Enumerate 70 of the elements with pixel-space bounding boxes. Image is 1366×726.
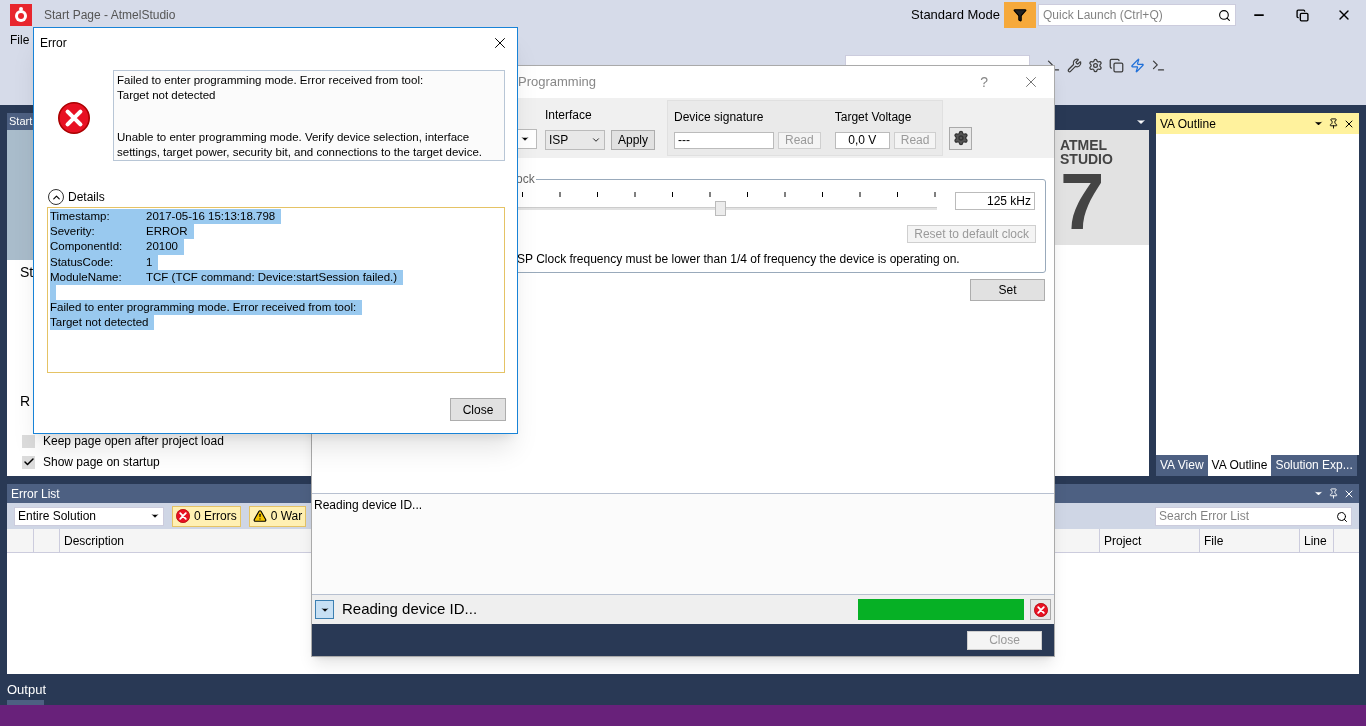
warning-icon — [252, 509, 267, 523]
field-label: Interface — [545, 107, 593, 124]
panel-tab[interactable]: VA View — [1156, 455, 1208, 476]
wrench-icon[interactable] — [1067, 57, 1082, 73]
filter-button[interactable] — [1004, 2, 1036, 28]
dialog-title: Programming — [518, 73, 598, 92]
lightning-icon[interactable] — [1130, 57, 1145, 73]
details-label: Details — [68, 189, 105, 206]
dialog-title: Error — [40, 35, 68, 52]
column-header[interactable]: Project — [1100, 529, 1200, 552]
dropdown-arrow-icon — [150, 511, 160, 521]
help-button[interactable]: ? — [980, 71, 988, 93]
pin-icon[interactable] — [1328, 118, 1339, 129]
cancel-icon — [1033, 602, 1048, 617]
panel-title: Error List — [11, 485, 61, 503]
panel-tab[interactable]: Solution Exp... — [1271, 455, 1357, 476]
clock-note: SP Clock frequency must be lower than 1/4 of frequency the device is operating on. — [517, 251, 961, 268]
checkbox[interactable] — [22, 455, 35, 469]
checkbox-label: Keep page open after project load — [43, 433, 224, 450]
interface-dropdown[interactable]: ISP — [545, 130, 605, 150]
checkbox-label: Show page on startup — [43, 454, 160, 471]
pin-icon[interactable] — [1328, 488, 1339, 499]
log-line: Reading device ID... — [314, 497, 424, 514]
section-heading: St — [20, 263, 34, 282]
field-label: Device signature — [674, 108, 765, 126]
voltage-field: 0,0 V — [834, 131, 890, 149]
error-message: Unable to enter programming mode. Verify device selection, interface settings, target power, security bit, and connections to the target device. — [117, 130, 483, 160]
error-icon — [57, 102, 90, 134]
search-icon — [1218, 9, 1231, 22]
menu-item[interactable]: File — [10, 31, 30, 49]
set-button[interactable]: Set — [970, 279, 1045, 301]
quick-launch-field[interactable]: Quick Launch (Ctrl+Q) — [1038, 4, 1236, 26]
error-icon — [176, 509, 190, 523]
search-icon — [1336, 510, 1348, 523]
checkbox[interactable] — [22, 434, 35, 448]
expand-button[interactable] — [315, 600, 334, 619]
column-header[interactable]: File — [1200, 529, 1300, 552]
clock-field[interactable]: 125 kHz — [955, 192, 1035, 210]
window-title: Start Page - AtmelStudio — [44, 7, 176, 24]
cancel-button[interactable] — [1030, 599, 1051, 620]
slider-thumb[interactable] — [714, 201, 726, 216]
logo-text: ATMEL — [1060, 138, 1109, 152]
apply-button[interactable]: Apply — [611, 130, 656, 150]
document-tab[interactable]: Start — [7, 113, 35, 130]
filter-icon — [1013, 8, 1027, 22]
restore-icon — [1295, 8, 1309, 22]
filter-toggle[interactable]: 0 War — [248, 505, 307, 527]
panel-title: VA Outline — [1160, 115, 1217, 133]
mode-label: Standard Mode — [911, 6, 1000, 25]
app-logo-icon — [10, 4, 32, 26]
signature-field: --- — [674, 131, 775, 149]
gear-icon[interactable] — [1088, 57, 1103, 73]
logo-text: STUDIO — [1060, 152, 1114, 166]
dropdown-arrow-icon — [519, 134, 530, 144]
gear-icon — [952, 130, 969, 146]
column-header[interactable]: Line — [1300, 529, 1334, 552]
panel-tab[interactable]: VA Outline — [1207, 455, 1272, 476]
section-heading: R — [20, 392, 31, 411]
field-label: Target Voltage — [834, 108, 913, 126]
settings-button[interactable] — [949, 126, 973, 150]
filter-toggle[interactable]: 0 Errors — [172, 505, 241, 527]
search-field[interactable]: Search Error List — [1155, 506, 1352, 526]
error-message: Failed to enter programming mode. Error received from tool: Target not detected — [117, 73, 425, 103]
frame-icon[interactable] — [1109, 57, 1124, 73]
check-icon — [22, 456, 35, 468]
console-icon[interactable] — [1151, 57, 1166, 73]
version-number: 7 — [1060, 166, 1105, 238]
status-text: Reading device ID... — [342, 599, 479, 620]
scope-dropdown[interactable]: Entire Solution — [14, 506, 164, 526]
close-button[interactable]: Close — [450, 398, 506, 421]
